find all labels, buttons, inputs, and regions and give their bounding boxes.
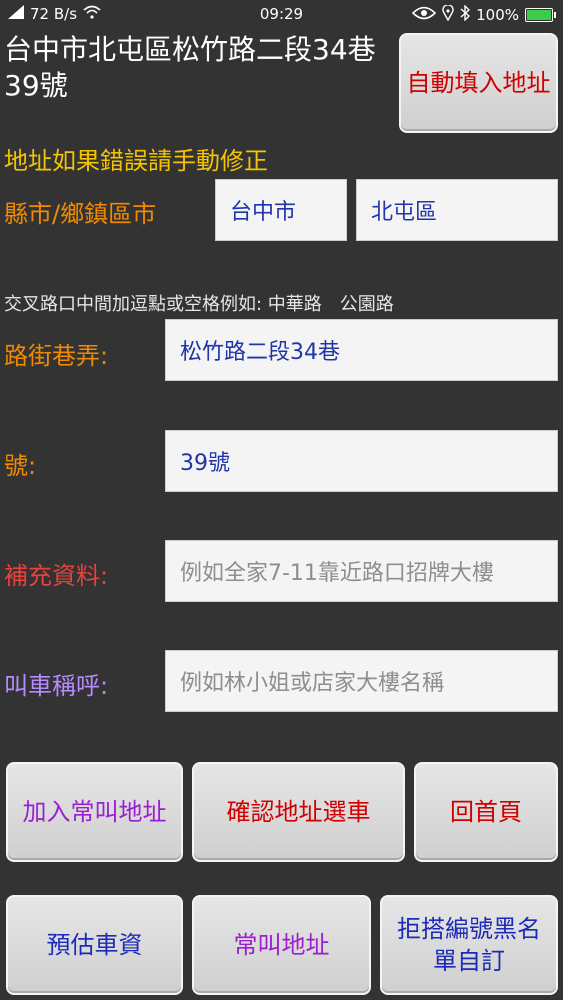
frequent-addresses-button[interactable]: 常叫地址	[192, 895, 371, 995]
location-icon	[442, 4, 454, 25]
call-name-label: 叫車稱呼:	[4, 672, 109, 700]
eye-icon	[411, 6, 437, 24]
confirm-address-select-car-button[interactable]: 確認地址選車	[192, 762, 405, 862]
autofill-address-button[interactable]: 自動填入地址	[399, 33, 558, 133]
bluetooth-icon	[460, 4, 471, 25]
city-field[interactable]: 台中市	[215, 179, 347, 241]
call-name-input[interactable]: 例如林小姐或店家大樓名稱	[165, 650, 558, 712]
current-address: 台中市北屯區松竹路二段34巷39號	[4, 33, 376, 102]
intersection-hint: 交叉路口中間加逗點或空格例如: 中華路 公園路	[4, 294, 394, 315]
county-district-label: 縣市/鄉鎮區市	[4, 200, 157, 228]
extra-info-label: 補充資料:	[4, 562, 109, 590]
home-button[interactable]: 回首頁	[414, 762, 558, 862]
number-input[interactable]: 39號	[165, 430, 558, 492]
add-frequent-address-button[interactable]: 加入常叫地址	[6, 762, 183, 862]
correction-note: 地址如果錯誤請手動修正	[4, 147, 268, 175]
blacklist-button[interactable]: 拒搭編號黑名單自訂	[380, 895, 558, 995]
estimate-fare-button[interactable]: 預估車資	[6, 895, 183, 995]
number-label: 號:	[4, 452, 37, 480]
road-label: 路街巷弄:	[4, 342, 109, 370]
district-field[interactable]: 北屯區	[356, 179, 558, 241]
status-bar: 72 B/s 09:29 100%	[0, 0, 563, 28]
road-input[interactable]: 松竹路二段34巷	[165, 319, 558, 381]
extra-info-input[interactable]: 例如全家7-11靠近路口招牌大樓	[165, 540, 558, 602]
battery-level	[527, 10, 551, 20]
status-right: 100%	[411, 4, 556, 25]
battery-percent: 100%	[476, 6, 519, 24]
battery-icon	[525, 8, 556, 22]
